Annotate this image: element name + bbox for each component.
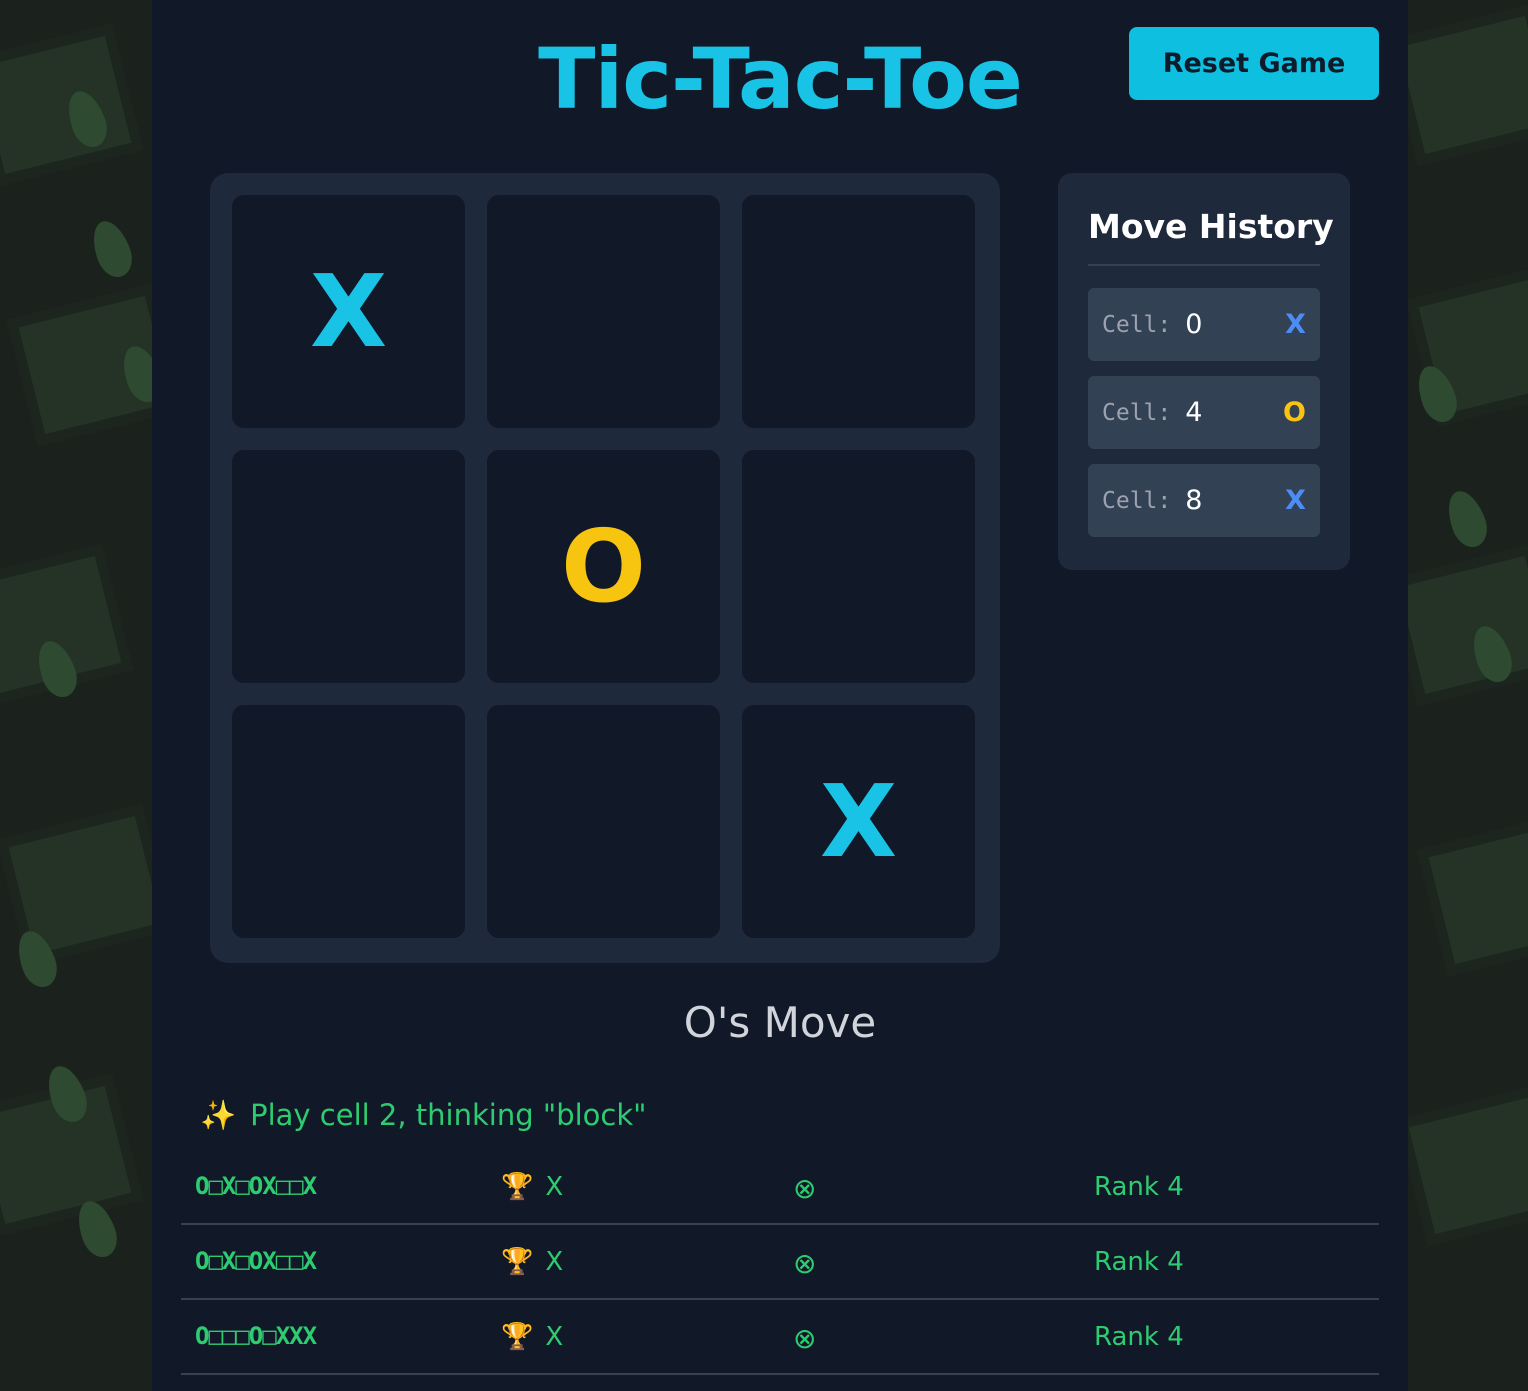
move-history-title: Move History	[1088, 207, 1334, 266]
board-cell-5[interactable]	[742, 450, 975, 683]
winner-value: X	[545, 1247, 564, 1277]
result-icon: ⊗	[793, 1172, 817, 1205]
history-item-cell: 4	[1185, 397, 1203, 428]
trophy-icon: 🏆	[501, 1172, 534, 1202]
history-item-label: Cell:	[1102, 311, 1172, 338]
rank-label: Rank 4	[1094, 1322, 1184, 1352]
board-cell-1[interactable]	[487, 195, 720, 428]
board-cell-6[interactable]	[232, 705, 465, 938]
board-cell-3[interactable]	[232, 450, 465, 683]
board-string: O□X□OX□□X	[195, 1172, 317, 1200]
winner-cell: 🏆 X	[501, 1322, 563, 1352]
game-board: X O X	[210, 173, 1000, 963]
history-item[interactable]: Cell: 4 O	[1088, 376, 1320, 449]
trophy-icon: 🏆	[501, 1247, 534, 1277]
history-item[interactable]: Cell: 0 X	[1088, 288, 1320, 361]
sparkles-icon: ✨	[200, 1098, 237, 1132]
history-item-label: Cell:	[1102, 487, 1172, 514]
trophy-icon: 🏆	[501, 1322, 534, 1352]
board-string: O□□□O□XXX	[195, 1322, 317, 1350]
board-cell-2[interactable]	[742, 195, 975, 428]
winner-cell: 🏆 X	[501, 1172, 563, 1202]
winner-cell: 🏆 X	[501, 1247, 563, 1277]
move-history-panel: Move History Cell: 0 X Cell: 4 O Cell: 8…	[1058, 173, 1350, 570]
winner-value: X	[545, 1172, 564, 1202]
turn-status: O's Move	[683, 998, 877, 1047]
history-item-player: X	[1285, 309, 1306, 340]
history-item-cell: 8	[1185, 485, 1203, 516]
history-item-player: X	[1285, 485, 1306, 516]
result-icon: ⊗	[793, 1322, 817, 1355]
history-item-cell: 0	[1185, 309, 1203, 340]
board-cell-7[interactable]	[487, 705, 720, 938]
table-row: O□□□O□XXX 🏆 X ⊗ Rank 4	[181, 1300, 1379, 1375]
rank-label: Rank 4	[1094, 1172, 1184, 1202]
board-cell-8[interactable]: X	[742, 705, 975, 938]
rank-label: Rank 4	[1094, 1247, 1184, 1277]
hint-text: Play cell 2, thinking "block"	[250, 1098, 647, 1132]
table-row: O□X□OX□□X 🏆 X ⊗ Rank 4	[181, 1150, 1379, 1225]
result-icon: ⊗	[793, 1247, 817, 1280]
results-table: O□X□OX□□X 🏆 X ⊗ Rank 4 O□X□OX□□X 🏆 X ⊗ Ran…	[181, 1150, 1379, 1375]
board-string: O□X□OX□□X	[195, 1247, 317, 1275]
reset-game-button[interactable]: Reset Game	[1129, 27, 1379, 100]
history-item-player: O	[1283, 397, 1306, 428]
hint-message: ✨ Play cell 2, thinking "block"	[200, 1098, 646, 1133]
winner-value: X	[545, 1322, 564, 1352]
history-item[interactable]: Cell: 8 X	[1088, 464, 1320, 537]
history-item-label: Cell:	[1102, 399, 1172, 426]
game-panel: Tic-Tac-Toe Reset Game X O X Move Histor…	[152, 0, 1408, 1391]
board-cell-0[interactable]: X	[232, 195, 465, 428]
board-cell-4[interactable]: O	[487, 450, 720, 683]
table-row: O□X□OX□□X 🏆 X ⊗ Rank 4	[181, 1225, 1379, 1300]
